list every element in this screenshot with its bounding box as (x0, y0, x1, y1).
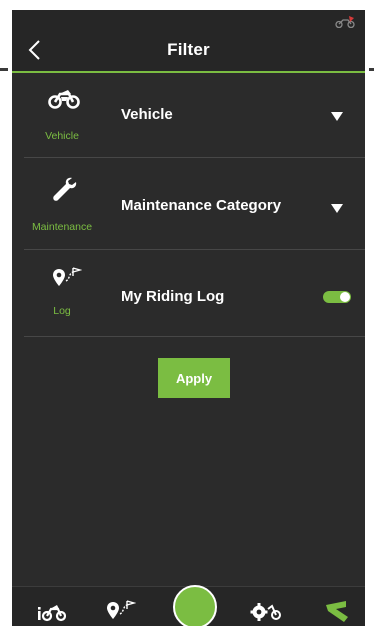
filter-label-riding-log: My Riding Log (121, 288, 225, 305)
chevron-down-icon[interactable] (331, 112, 343, 121)
toggle-knob (340, 292, 350, 302)
frame-edge-right (369, 68, 374, 71)
filter-row-vehicle[interactable]: Vehicle Vehicle (12, 72, 365, 158)
filter-icon-label: Vehicle (45, 130, 79, 142)
wrench-icon (53, 177, 77, 201)
filter-row-maintenance[interactable]: Maintenance Maintenance Category (12, 161, 365, 247)
riding-log-toggle[interactable] (323, 291, 351, 303)
filter-label-maintenance: Maintenance Category (121, 197, 282, 214)
filter-row-riding-log[interactable]: Log My Riding Log (12, 253, 365, 339)
filter-icon-maintenance: Maintenance (12, 161, 112, 247)
frame-edge-left (0, 68, 8, 71)
row-divider (24, 336, 365, 337)
settings-motorcycle-icon[interactable] (250, 595, 282, 626)
filter-icon-label: Maintenance (31, 221, 93, 233)
page-title: Filter (167, 40, 210, 59)
info-motorcycle-icon[interactable] (38, 596, 66, 626)
filter-label-vehicle: Vehicle (121, 106, 173, 123)
filter-icon-vehicle: Vehicle (12, 72, 112, 158)
chevron-down-icon[interactable] (331, 204, 343, 213)
row-divider (24, 157, 365, 158)
row-divider (24, 249, 365, 250)
header-bar: Filter (12, 10, 365, 72)
motorcycle-icon (48, 90, 80, 109)
apply-button[interactable]: Apply (158, 358, 230, 398)
route-pin-icon[interactable] (106, 594, 136, 626)
center-action-button[interactable] (173, 585, 217, 626)
motorcycle-logo-icon (335, 16, 355, 28)
filter-icon-log: Log (12, 253, 112, 339)
route-pin-icon (53, 267, 82, 286)
app-screen: Filter Vehicle Vehicle Maintenance Maint… (12, 10, 365, 626)
filter-icon-label: Log (53, 305, 71, 317)
brand-logo-icon[interactable] (324, 594, 350, 626)
